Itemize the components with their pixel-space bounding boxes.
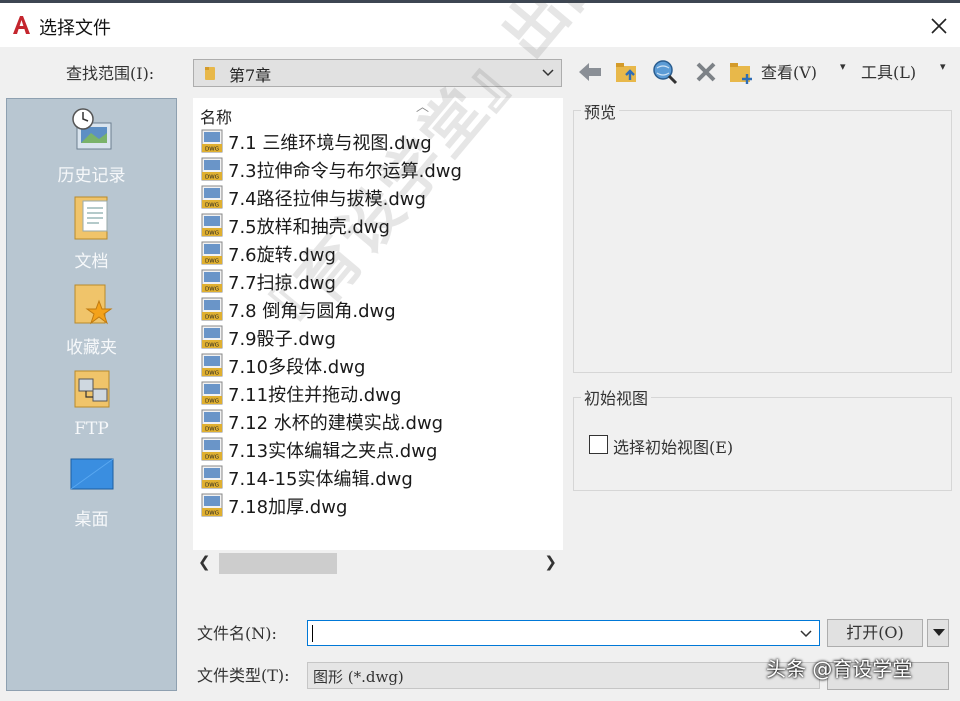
new-folder-icon[interactable] <box>727 58 755 86</box>
place-favorites[interactable]: 收藏夹 <box>7 279 176 365</box>
up-folder-icon[interactable] <box>613 58 641 86</box>
filetype-value: 图形 (*.dwg) <box>313 668 404 686</box>
svg-text:DWG: DWG <box>205 399 219 405</box>
search-web-icon[interactable] <box>651 58 679 86</box>
places-sidebar: 历史记录 文档 收藏夹 FTP 桌面 <box>6 98 177 691</box>
file-name: 7.11按住并拖动.dwg <box>228 385 402 406</box>
dwg-file-icon: DWG <box>201 157 223 181</box>
place-desktop[interactable]: 桌面 <box>7 451 176 537</box>
dwg-file-icon: DWG <box>201 409 223 433</box>
place-label: 文档 <box>74 252 109 272</box>
dwg-file-icon: DWG <box>201 353 223 377</box>
file-name: 7.18加厚.dwg <box>228 497 348 518</box>
file-item[interactable]: DWG 7.18加厚.dwg <box>201 492 551 518</box>
triangle-down-icon <box>933 629 945 636</box>
place-label: FTP <box>74 419 109 439</box>
svg-text:DWG: DWG <box>205 511 219 517</box>
svg-text:DWG: DWG <box>205 287 219 293</box>
delete-icon[interactable] <box>692 58 720 86</box>
svg-text:DWG: DWG <box>205 455 219 461</box>
dwg-file-icon: DWG <box>201 437 223 461</box>
lookin-value: 第7章 <box>229 66 272 85</box>
text-caret <box>312 625 313 642</box>
svg-text:DWG: DWG <box>205 483 219 489</box>
dwg-file-icon: DWG <box>201 465 223 489</box>
dwg-file-icon: DWG <box>201 129 223 153</box>
chevron-down-icon[interactable] <box>799 628 813 640</box>
initial-view-title: 初始视图 <box>581 385 652 409</box>
back-arrow-icon[interactable] <box>576 58 604 86</box>
dwg-file-icon: DWG <box>201 493 223 517</box>
history-icon <box>72 108 112 150</box>
scrollbar-thumb[interactable] <box>219 553 337 574</box>
file-name: 7.12 水杯的建模实战.dwg <box>228 413 444 434</box>
file-name: 7.13实体编辑之夹点.dwg <box>228 441 438 462</box>
place-ftp[interactable]: FTP <box>7 365 176 451</box>
svg-text:DWG: DWG <box>205 427 219 433</box>
svg-text:DWG: DWG <box>205 147 219 153</box>
tools-menu[interactable]: 工具(L) <box>861 59 916 83</box>
preview-title: 预览 <box>581 99 620 123</box>
svg-text:DWG: DWG <box>205 231 219 237</box>
svg-text:DWG: DWG <box>205 343 219 349</box>
desktop-icon <box>70 458 114 490</box>
file-name: 7.14-15实体编辑.dwg <box>228 469 413 490</box>
open-button[interactable]: 打开(O) <box>827 619 923 647</box>
view-menu[interactable]: 查看(V) <box>761 59 817 83</box>
svg-text:DWG: DWG <box>205 203 219 209</box>
documents-icon <box>74 196 108 240</box>
svg-text:DWG: DWG <box>205 259 219 265</box>
dwg-file-icon: DWG <box>201 269 223 293</box>
ftp-icon <box>74 370 110 408</box>
initial-view-checkbox[interactable] <box>589 435 608 454</box>
dwg-file-icon: DWG <box>201 185 223 209</box>
preview-group <box>573 110 952 373</box>
file-item[interactable]: DWG 7.11按住并拖动.dwg <box>201 380 551 406</box>
lookin-label: 查找范围(I): <box>66 64 155 83</box>
open-options-dropdown[interactable] <box>927 619 949 647</box>
svg-text:DWG: DWG <box>205 315 219 321</box>
place-label: 桌面 <box>74 510 109 530</box>
scroll-right-icon[interactable]: ❯ <box>544 553 557 571</box>
file-item[interactable]: DWG 7.12 水杯的建模实战.dwg <box>201 408 551 434</box>
filename-label: 文件名(N): <box>197 624 277 643</box>
dwg-file-icon: DWG <box>201 381 223 405</box>
place-label: 历史记录 <box>57 166 126 186</box>
file-item[interactable]: DWG 7.13实体编辑之夹点.dwg <box>201 436 551 462</box>
dwg-file-icon: DWG <box>201 297 223 321</box>
svg-text:DWG: DWG <box>205 175 219 181</box>
filetype-label: 文件类型(T): <box>197 666 290 685</box>
autocad-logo-icon <box>13 16 30 34</box>
horizontal-scrollbar[interactable]: ❮ ❯ <box>193 550 563 577</box>
initial-view-checkbox-label[interactable]: 选择初始视图(E) <box>613 434 733 458</box>
dwg-file-icon: DWG <box>201 241 223 265</box>
scroll-left-icon[interactable]: ❮ <box>198 553 211 571</box>
close-icon[interactable] <box>926 13 952 39</box>
file-item[interactable]: DWG 7.14-15实体编辑.dwg <box>201 464 551 490</box>
dwg-file-icon: DWG <box>201 213 223 237</box>
file-item[interactable]: DWG 7.10多段体.dwg <box>201 352 551 378</box>
favorites-star-folder-icon <box>74 284 113 325</box>
filename-input[interactable] <box>307 620 820 646</box>
filetype-dropdown[interactable]: 图形 (*.dwg) <box>307 662 820 689</box>
view-dropdown-caret-icon[interactable]: ▾ <box>840 60 846 73</box>
column-header-name[interactable]: 名称 <box>200 104 232 128</box>
watermark-corner: 头条 @育设学堂 <box>766 657 913 681</box>
place-label: 收藏夹 <box>66 338 117 358</box>
window-title: 选择文件 <box>39 18 111 39</box>
tools-dropdown-caret-icon[interactable]: ▾ <box>940 60 946 73</box>
place-documents[interactable]: 文档 <box>7 193 176 279</box>
svg-text:DWG: DWG <box>205 371 219 377</box>
place-history[interactable]: 历史记录 <box>7 107 176 193</box>
dwg-file-icon: DWG <box>201 325 223 349</box>
folder-icon <box>205 67 215 80</box>
